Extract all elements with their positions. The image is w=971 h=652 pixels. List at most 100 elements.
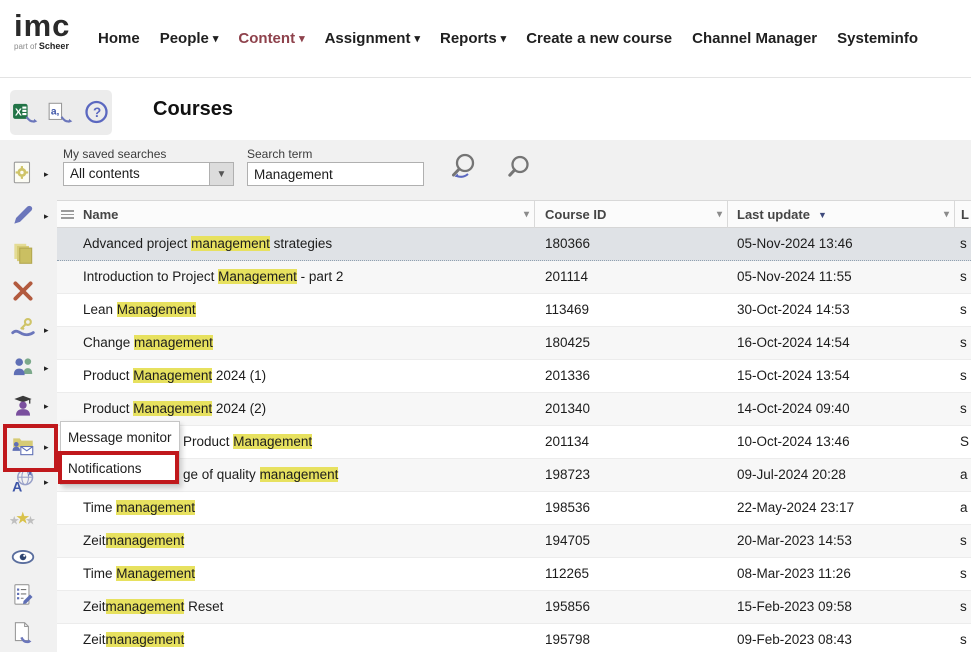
last-update: 09-Feb-2023 08:43 <box>737 624 852 652</box>
table-row[interactable]: Product Management 2024 (1)20133615-Oct-… <box>57 360 971 393</box>
course-id: 195856 <box>545 591 590 623</box>
nav-item-people[interactable]: People▾ <box>160 30 219 47</box>
messages-submenu: Message monitorNotifications <box>60 421 180 485</box>
table-row[interactable]: Zeitmanagement19579809-Feb-2023 08:43s <box>57 624 971 652</box>
submenu-arrow-icon[interactable]: ▸ <box>44 363 49 374</box>
table-row[interactable]: Product Management20113410-Oct-2024 13:4… <box>57 426 971 459</box>
dropdown-caret-icon[interactable]: ▼ <box>210 162 234 186</box>
nav-item-channel-manager[interactable]: Channel Manager <box>692 30 817 47</box>
svg-text:X: X <box>15 107 22 118</box>
table-row[interactable]: Lean Management11346930-Oct-2024 14:53s <box>57 294 971 327</box>
caret-down-icon: ▾ <box>501 33 507 45</box>
course-name: Product Management 2024 (1) <box>83 360 266 392</box>
nav-item-content[interactable]: Content▾ <box>238 30 304 47</box>
saved-searches-label: My saved searches <box>63 147 166 161</box>
hamburger-icon[interactable] <box>61 210 74 219</box>
nav-item-reports[interactable]: Reports▾ <box>440 30 506 47</box>
sidebar-item-copy[interactable] <box>8 240 50 270</box>
search-highlight: Management <box>133 368 212 383</box>
search-highlight: management <box>106 599 185 614</box>
last-update: 05-Nov-2024 13:46 <box>737 228 853 260</box>
sidebar-item-logs[interactable] <box>8 582 50 612</box>
submenu-arrow-icon[interactable]: ▸ <box>44 169 49 180</box>
nav-item-systeminfo[interactable]: Systeminfo <box>837 30 918 47</box>
message-monitor-menu-item[interactable]: Message monitor <box>61 422 179 453</box>
sidebar-item-delete[interactable] <box>8 278 50 308</box>
course-name: Introduction to Project Management - par… <box>83 261 343 293</box>
imc-logo[interactable]: imc part of Scheer <box>14 10 70 51</box>
table-row[interactable]: Advanced project management strategies18… <box>57 228 971 261</box>
filter-caret-icon[interactable]: ▾ <box>717 201 722 228</box>
sidebar-item-ratings[interactable]: ★★★ <box>8 506 50 536</box>
row-handle-header[interactable] <box>57 201 76 229</box>
last-editor-truncated: s <box>960 261 967 293</box>
page: imc part of Scheer Home People▾ Content▾ As… <box>0 0 971 652</box>
submenu-arrow-icon[interactable]: ▸ <box>44 442 49 453</box>
submenu-arrow-icon[interactable]: ▸ <box>44 325 49 336</box>
table-row[interactable]: Time management19853622-May-2024 23:17a <box>57 492 971 525</box>
table-row[interactable]: Product Management 2024 (2)20134014-Oct-… <box>57 393 971 426</box>
course-name: Zeitmanagement <box>83 525 184 557</box>
course-id: 195798 <box>545 624 590 652</box>
filter-caret-icon[interactable]: ▾ <box>944 201 949 228</box>
search-highlight: management <box>106 632 185 647</box>
nav-item-home[interactable]: Home <box>98 30 140 47</box>
sort-desc-icon[interactable]: ▼ <box>818 210 827 220</box>
sidebar-item-export-document[interactable] <box>8 620 50 650</box>
search-highlight: Management <box>218 269 297 284</box>
sidebar-item-create-content[interactable]: ▸ <box>8 160 50 190</box>
courses-table: Name ▾ Course ID ▾ Last update▼ ▾ L Adva… <box>57 200 971 652</box>
course-id: 112265 <box>545 558 589 590</box>
text-export-icon[interactable]: a, <box>47 100 75 126</box>
column-header-last-update[interactable]: Last update▼ ▾ <box>728 201 955 229</box>
sidebar-item-members[interactable]: ▸ <box>8 354 50 384</box>
notifications-menu-item[interactable]: Notifications <box>61 453 179 484</box>
search-icon[interactable] <box>505 154 535 189</box>
sidebar-item-translations[interactable]: Ax▸ <box>8 468 50 498</box>
last-update: 30-Oct-2024 14:53 <box>737 294 850 326</box>
sidebar-item-messages[interactable]: ▸ <box>8 433 50 463</box>
sidebar-item-preview[interactable] <box>8 544 50 574</box>
excel-export-icon[interactable]: X <box>12 100 40 126</box>
table-row[interactable]: Introduction to Project Management - par… <box>57 261 971 294</box>
caret-down-icon: ▾ <box>414 33 420 45</box>
table-row[interactable]: Zeitmanagement Reset19585615-Feb-2023 09… <box>57 591 971 624</box>
saved-searches-value[interactable]: All contents <box>63 162 210 186</box>
sidebar-item-assign[interactable]: ▸ <box>8 316 50 346</box>
submenu-arrow-icon[interactable]: ▸ <box>44 401 49 412</box>
top-navigation: imc part of Scheer Home People▾ Content▾ As… <box>0 0 971 78</box>
sidebar-item-edit[interactable]: ▸ <box>8 202 50 232</box>
saved-searches-dropdown[interactable]: All contents ▼ <box>63 162 234 186</box>
column-header-truncated[interactable]: L <box>955 201 971 229</box>
submenu-arrow-icon[interactable]: ▸ <box>44 477 49 488</box>
table-row[interactable]: ge of quality management19872309-Jul-202… <box>57 459 971 492</box>
table-body: Advanced project management strategies18… <box>57 228 971 652</box>
search-reset-icon[interactable] <box>447 150 483 193</box>
course-id: 201114 <box>545 261 588 293</box>
search-term-input[interactable] <box>247 162 424 186</box>
table-row[interactable]: Change management18042516-Oct-2024 14:54… <box>57 327 971 360</box>
sidebar-item-tutors[interactable]: ▸ <box>8 392 50 422</box>
last-editor-truncated: s <box>960 360 967 392</box>
caret-down-icon: ▾ <box>213 33 219 45</box>
help-icon[interactable]: ? <box>82 100 110 126</box>
course-name: Zeitmanagement Reset <box>83 591 223 623</box>
filter-caret-icon[interactable]: ▾ <box>524 201 529 228</box>
svg-text:A: A <box>12 478 22 494</box>
table-row[interactable]: Time Management11226508-Mar-2023 11:26s <box>57 558 971 591</box>
table-row[interactable]: Zeitmanagement19470520-Mar-2023 14:53s <box>57 525 971 558</box>
search-highlight: management <box>134 335 213 350</box>
toolbar-row: Xa,? Courses <box>0 78 971 140</box>
last-update: 22-May-2024 23:17 <box>737 492 854 524</box>
nav-item-create-a-new-course[interactable]: Create a new course <box>526 30 672 47</box>
nav-item-assignment[interactable]: Assignment▾ <box>325 30 420 47</box>
column-header-course-id[interactable]: Course ID ▾ <box>535 201 728 229</box>
search-highlight: management <box>116 500 195 515</box>
submenu-arrow-icon[interactable]: ▸ <box>44 211 49 222</box>
column-header-name[interactable]: Name ▾ <box>76 201 535 229</box>
last-editor-truncated: S <box>960 426 969 458</box>
last-editor-truncated: s <box>960 228 967 260</box>
last-editor-truncated: s <box>960 393 967 425</box>
course-name: Product Management <box>183 426 312 458</box>
course-id: 201134 <box>545 426 589 458</box>
